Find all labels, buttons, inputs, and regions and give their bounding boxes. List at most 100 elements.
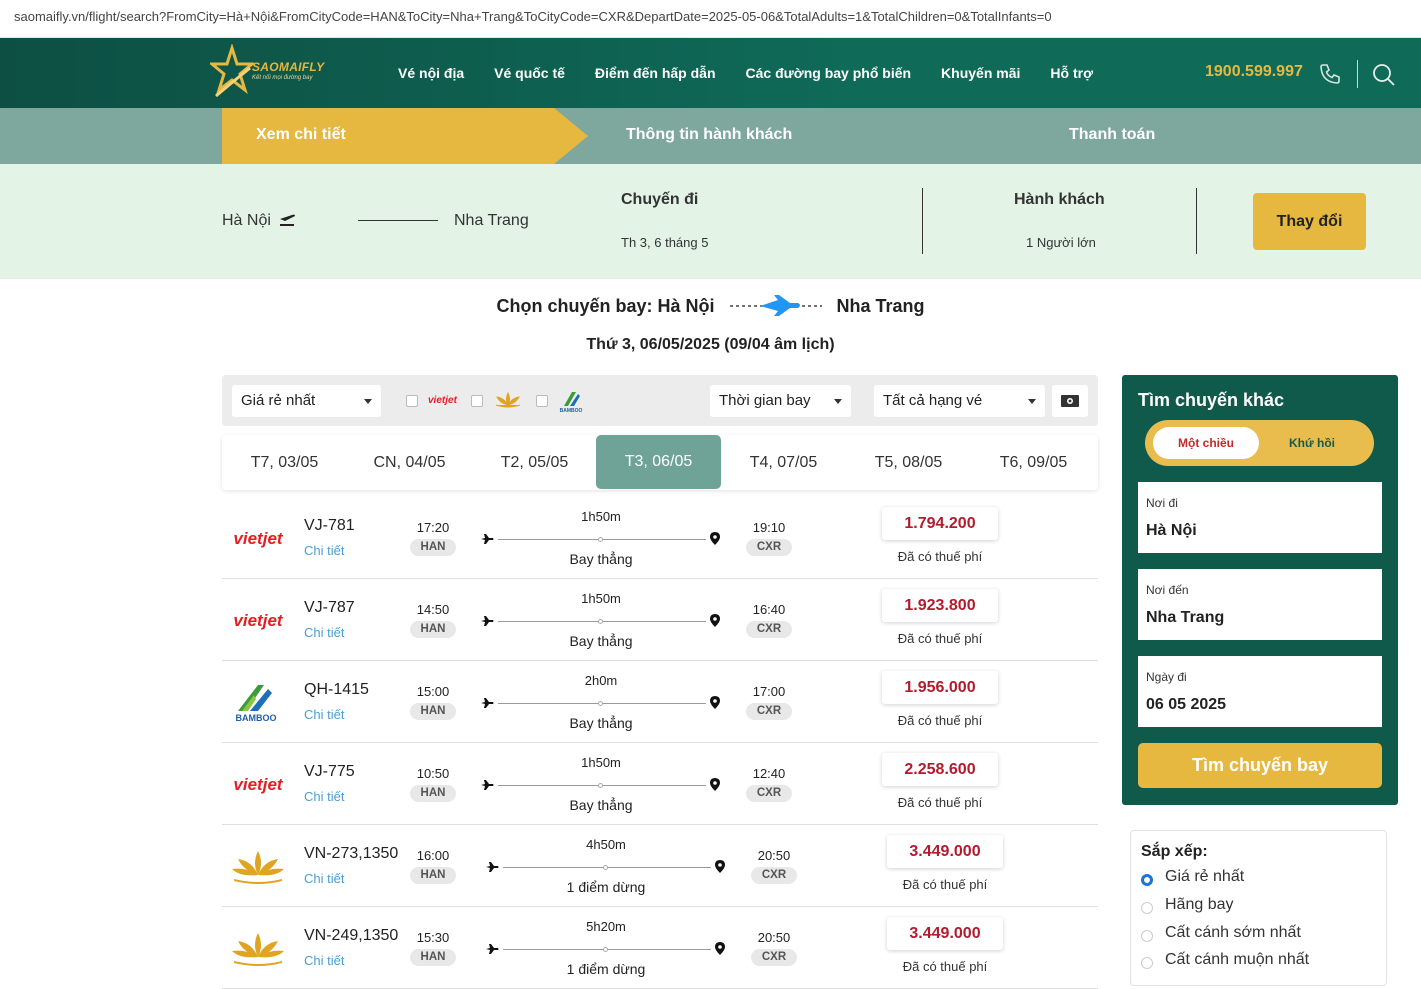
vietjet-logo-icon: vietjet: [233, 529, 283, 548]
nav-support[interactable]: Hỗ trợ: [1050, 65, 1093, 81]
flight-price-button[interactable]: 3.449.000: [887, 835, 1003, 868]
sort-radio-airline[interactable]: [1141, 902, 1153, 914]
departure-airport-badge: HAN: [410, 785, 456, 802]
stop-info: Bay thẳng: [569, 633, 633, 649]
date-tab[interactable]: T4, 07/05: [721, 435, 846, 490]
booking-steps: Xem chi tiết Thông tin hành khách Thanh …: [0, 108, 1421, 164]
departure-time: 16:00: [416, 848, 450, 863]
stop-info: Bay thẳng: [569, 551, 633, 567]
flight-time-select-value: Thời gian bay: [719, 392, 811, 409]
flight-price-button[interactable]: 1.923.800: [882, 589, 998, 622]
vietjet-filter-checkbox[interactable]: [406, 395, 418, 407]
vietnam-airlines-filter-checkbox[interactable]: [471, 395, 483, 407]
passenger-count: 1 Người lớn: [1026, 235, 1096, 250]
flight-details-link[interactable]: Chi tiết: [304, 625, 344, 640]
airline-logo: vietjet: [228, 599, 288, 643]
nav-domestic-tickets[interactable]: Vé nội địa: [398, 65, 464, 81]
flight-row[interactable]: vietjet VJ-775 Chi tiết 10:50 HAN 1h50m Bay th…: [222, 743, 1098, 825]
flight-code: VJ-787: [304, 599, 355, 616]
vietjet-filter-logo: vietjet: [428, 395, 457, 406]
departure-time: 15:00: [416, 684, 450, 699]
bamboo-filter-checkbox[interactable]: [536, 395, 548, 407]
price-toggle-button[interactable]: [1052, 385, 1088, 417]
flight-row[interactable]: VN-273,1350 Chi tiết 16:00 HAN 4h50m 1 điểm d…: [222, 825, 1098, 907]
flight-price-button[interactable]: 1.794.200: [882, 507, 998, 540]
date-tab[interactable]: T5, 08/05: [846, 435, 971, 490]
arrival-airport-badge: CXR: [746, 785, 792, 802]
date-tabs: T7, 03/05 CN, 04/05 T2, 05/05 T3, 06/05 …: [222, 435, 1098, 490]
flight-row[interactable]: BAMBOO QH-1415 Chi tiết 15:00 HAN 2h0m Bay thẳ…: [222, 661, 1098, 743]
departure-airport-badge: HAN: [410, 949, 456, 966]
flight-row[interactable]: vietjet VJ-787 Chi tiết 14:50 HAN 1h50m Bay th…: [222, 579, 1098, 661]
arrival-time: 12:40: [752, 766, 786, 781]
airline-logo: vietjet: [228, 763, 288, 807]
step-payment: Thanh toán: [1069, 126, 1156, 143]
phone-icon[interactable]: [1318, 62, 1342, 86]
nav-promotions[interactable]: Khuyến mãi: [941, 65, 1020, 81]
saomaifly-logo[interactable]: SAOMAIFLY Kết nối mọi đường bay: [207, 42, 330, 102]
search-icon[interactable]: [1371, 62, 1397, 88]
arrival-time: 16:40: [752, 602, 786, 617]
flight-code: VJ-775: [304, 763, 355, 780]
round-trip-option[interactable]: Khứ hồi: [1259, 427, 1365, 459]
depart-date-field[interactable]: Ngày đi 06 05 2025: [1138, 656, 1382, 727]
date-tab[interactable]: T6, 09/05: [971, 435, 1096, 490]
to-field[interactable]: Nơi đến Nha Trang: [1138, 569, 1382, 640]
title-from: Chọn chuyến bay: Hà Nội: [496, 296, 715, 316]
hotline-number[interactable]: 1900.599.997: [1205, 63, 1303, 81]
trip-label: Chuyến đi: [621, 191, 699, 208]
sort-radio-cheapest[interactable]: [1141, 874, 1153, 886]
tax-included-note: Đã có thuế phí: [902, 959, 988, 974]
svg-text:vietjet: vietjet: [233, 529, 283, 548]
from-field-value: Hà Nội: [1146, 522, 1197, 539]
flight-path-midpoint: [598, 537, 603, 542]
sort-radio-earliest[interactable]: [1141, 930, 1153, 942]
sort-select[interactable]: Giá rẻ nhất: [232, 385, 381, 417]
flight-details-link[interactable]: Chi tiết: [304, 707, 344, 722]
flight-time-select[interactable]: Thời gian bay: [710, 385, 851, 417]
fare-class-select[interactable]: Tất cả hạng vé: [874, 385, 1045, 417]
date-tab-selected[interactable]: T3, 06/05: [596, 435, 721, 489]
sort-option-latest[interactable]: Cất cánh muộn nhất: [1165, 951, 1309, 969]
step-passenger-info: Thông tin hành khách: [626, 126, 793, 143]
address-bar[interactable]: saomaifly.vn/flight/search?FromCity=Hà+N…: [0, 0, 1421, 38]
flight-code: VN-273,1350: [304, 845, 399, 862]
change-search-button[interactable]: Thay đổi: [1253, 193, 1366, 250]
departure-time: 15:30: [416, 930, 450, 945]
one-way-option[interactable]: Một chiều: [1153, 427, 1259, 459]
nav-popular-routes[interactable]: Các đường bay phổ biến: [746, 65, 912, 81]
flight-row[interactable]: vietjet VJ-781 Chi tiết 17:20 HAN 1h50m Bay th…: [222, 497, 1098, 579]
chevron-down-icon: [1028, 399, 1036, 404]
nav-destinations[interactable]: Điểm đến hấp dẫn: [595, 65, 716, 81]
flight-price-button[interactable]: 1.956.000: [882, 671, 998, 704]
date-tab[interactable]: T2, 05/05: [472, 435, 597, 490]
from-field[interactable]: Nơi đi Hà Nội: [1138, 482, 1382, 553]
nav-international-tickets[interactable]: Vé quốc tế: [494, 65, 565, 81]
date-tab[interactable]: T7, 03/05: [222, 435, 347, 490]
flight-details-link[interactable]: Chi tiết: [304, 953, 344, 968]
flight-details-link[interactable]: Chi tiết: [304, 789, 344, 804]
star-logo-icon: [207, 42, 257, 98]
date-tab[interactable]: CN, 04/05: [347, 435, 472, 490]
flight-price-button[interactable]: 3.449.000: [887, 917, 1003, 950]
flight-duration: 5h20m: [586, 919, 626, 934]
flight-price-button[interactable]: 2.258.600: [882, 753, 998, 786]
flight-duration: 1h50m: [581, 755, 621, 770]
sort-option-cheapest[interactable]: Giá rẻ nhất: [1165, 868, 1244, 886]
divider: [922, 188, 923, 254]
stop-info: 1 điểm dừng: [566, 879, 646, 895]
arrival-time: 19:10: [752, 520, 786, 535]
sort-option-airline[interactable]: Hãng bay: [1165, 896, 1234, 914]
svg-text:vietjet: vietjet: [233, 775, 283, 794]
flight-code: VJ-781: [304, 517, 355, 534]
arrival-time: 20:50: [757, 848, 791, 863]
flight-details-link[interactable]: Chi tiết: [304, 543, 344, 558]
sort-option-earliest[interactable]: Cất cánh sớm nhất: [1165, 924, 1301, 942]
bamboo-airways-logo-icon: BAMBOO: [236, 685, 277, 723]
flight-details-link[interactable]: Chi tiết: [304, 871, 344, 886]
flight-row[interactable]: VN-249,1350 Chi tiết 15:30 HAN 5h20m 1 điểm d…: [222, 907, 1098, 989]
step-view-details: Xem chi tiết: [256, 126, 346, 143]
search-flights-button[interactable]: Tìm chuyến bay: [1138, 743, 1382, 788]
sort-radio-latest[interactable]: [1141, 957, 1153, 969]
plane-icon: [481, 698, 494, 708]
